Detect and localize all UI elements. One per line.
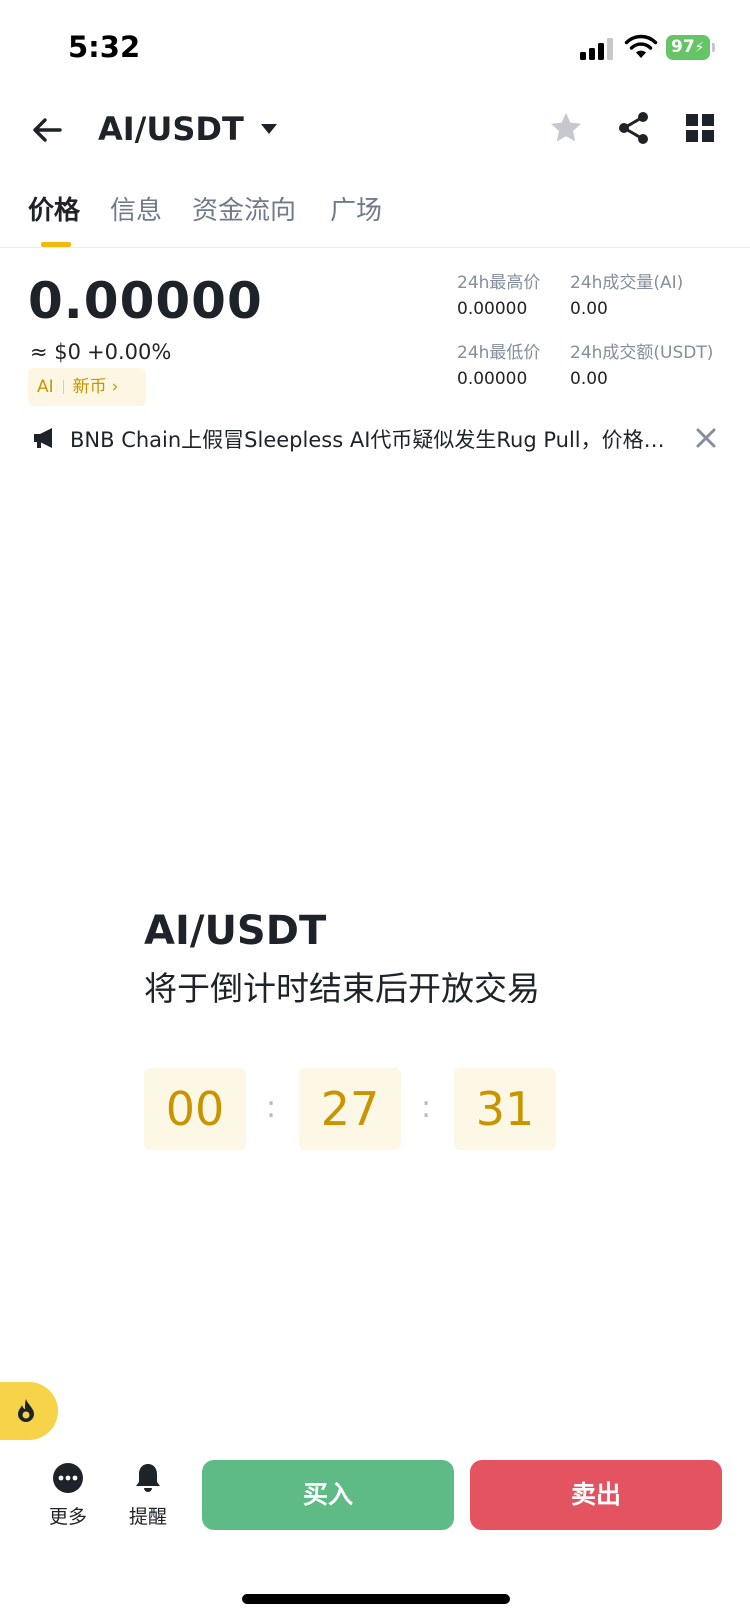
announcement-bar[interactable]: BNB Chain上假冒Sleepless AI代币疑似发生Rug Pull，价… — [0, 420, 750, 456]
usd-price: ≈ $0 — [30, 340, 81, 364]
floating-fire-button[interactable] — [0, 1382, 58, 1440]
header: AI/USDT — [0, 96, 750, 166]
tab-fund-flow[interactable]: 资金流向 — [192, 190, 296, 227]
countdown-pair: AI/USDT — [144, 908, 327, 954]
countdown-message: 将于倒计时结束后开放交易 — [144, 969, 540, 1008]
share-icon[interactable] — [616, 110, 652, 146]
more-button[interactable]: 更多 — [38, 1462, 98, 1529]
tab-price[interactable]: 价格 — [28, 190, 80, 227]
last-price: 0.00000 — [28, 272, 263, 330]
stat-turnover-value: 0.00 — [570, 369, 608, 389]
stat-low-label: 24h最低价 — [457, 343, 541, 363]
more-label: 更多 — [48, 1506, 87, 1528]
chevron-right-icon: › — [111, 377, 119, 397]
stat-turnover-label: 24h成交额(USDT) — [570, 343, 714, 363]
tab-square[interactable]: 广场 — [330, 190, 382, 227]
countdown-hours: 00 — [144, 1068, 246, 1150]
caret-down-icon[interactable] — [258, 118, 280, 140]
wifi-icon — [624, 34, 658, 58]
status-time: 5:32 — [68, 30, 141, 64]
countdown-separator: : — [421, 1090, 432, 1125]
tag-label: 新币 — [72, 377, 107, 397]
home-indicator[interactable] — [242, 1594, 510, 1604]
buy-button[interactable]: 买入 — [202, 1460, 454, 1530]
tab-bar: 价格 信息 资金流向 广场 — [0, 190, 750, 248]
stat-volume-label: 24h成交量(AI) — [570, 273, 684, 293]
more-dots-icon — [53, 1463, 83, 1493]
stat-high-label: 24h最高价 — [457, 273, 541, 293]
battery-icon: 97⚡ — [666, 35, 710, 60]
star-icon[interactable] — [548, 110, 584, 146]
announcement-text[interactable]: BNB Chain上假冒Sleepless AI代币疑似发生Rug Pull，价… — [70, 424, 670, 454]
new-coin-tag[interactable]: AI 新币 › — [28, 368, 146, 406]
stat-high-value: 0.00000 — [457, 299, 528, 319]
status-bar: 5:32 97⚡ — [0, 0, 750, 96]
stat-volume-value: 0.00 — [570, 299, 608, 319]
cellular-signal-icon — [580, 38, 614, 60]
flame-icon — [18, 1399, 34, 1422]
battery-level: 97 — [671, 37, 695, 57]
grid-icon[interactable] — [684, 112, 716, 144]
tab-info[interactable]: 信息 — [110, 190, 162, 227]
countdown-separator: : — [266, 1090, 277, 1125]
tag-symbol: AI — [37, 377, 54, 397]
back-arrow-icon[interactable] — [30, 112, 66, 148]
active-tab-indicator — [41, 242, 71, 247]
alert-button[interactable]: 提醒 — [118, 1462, 178, 1529]
price-change: +0.00% — [87, 340, 172, 364]
sell-button[interactable]: 卖出 — [470, 1460, 722, 1530]
close-icon[interactable] — [694, 426, 718, 450]
countdown-seconds: 31 — [454, 1068, 556, 1150]
price-usd-change: ≈ $0 +0.00% — [30, 340, 171, 364]
stat-low-value: 0.00000 — [457, 369, 528, 389]
pair-title[interactable]: AI/USDT — [98, 110, 244, 148]
alert-label: 提醒 — [128, 1506, 167, 1528]
megaphone-icon — [34, 428, 52, 448]
bell-icon — [136, 1464, 160, 1492]
countdown-minutes: 27 — [299, 1068, 401, 1150]
